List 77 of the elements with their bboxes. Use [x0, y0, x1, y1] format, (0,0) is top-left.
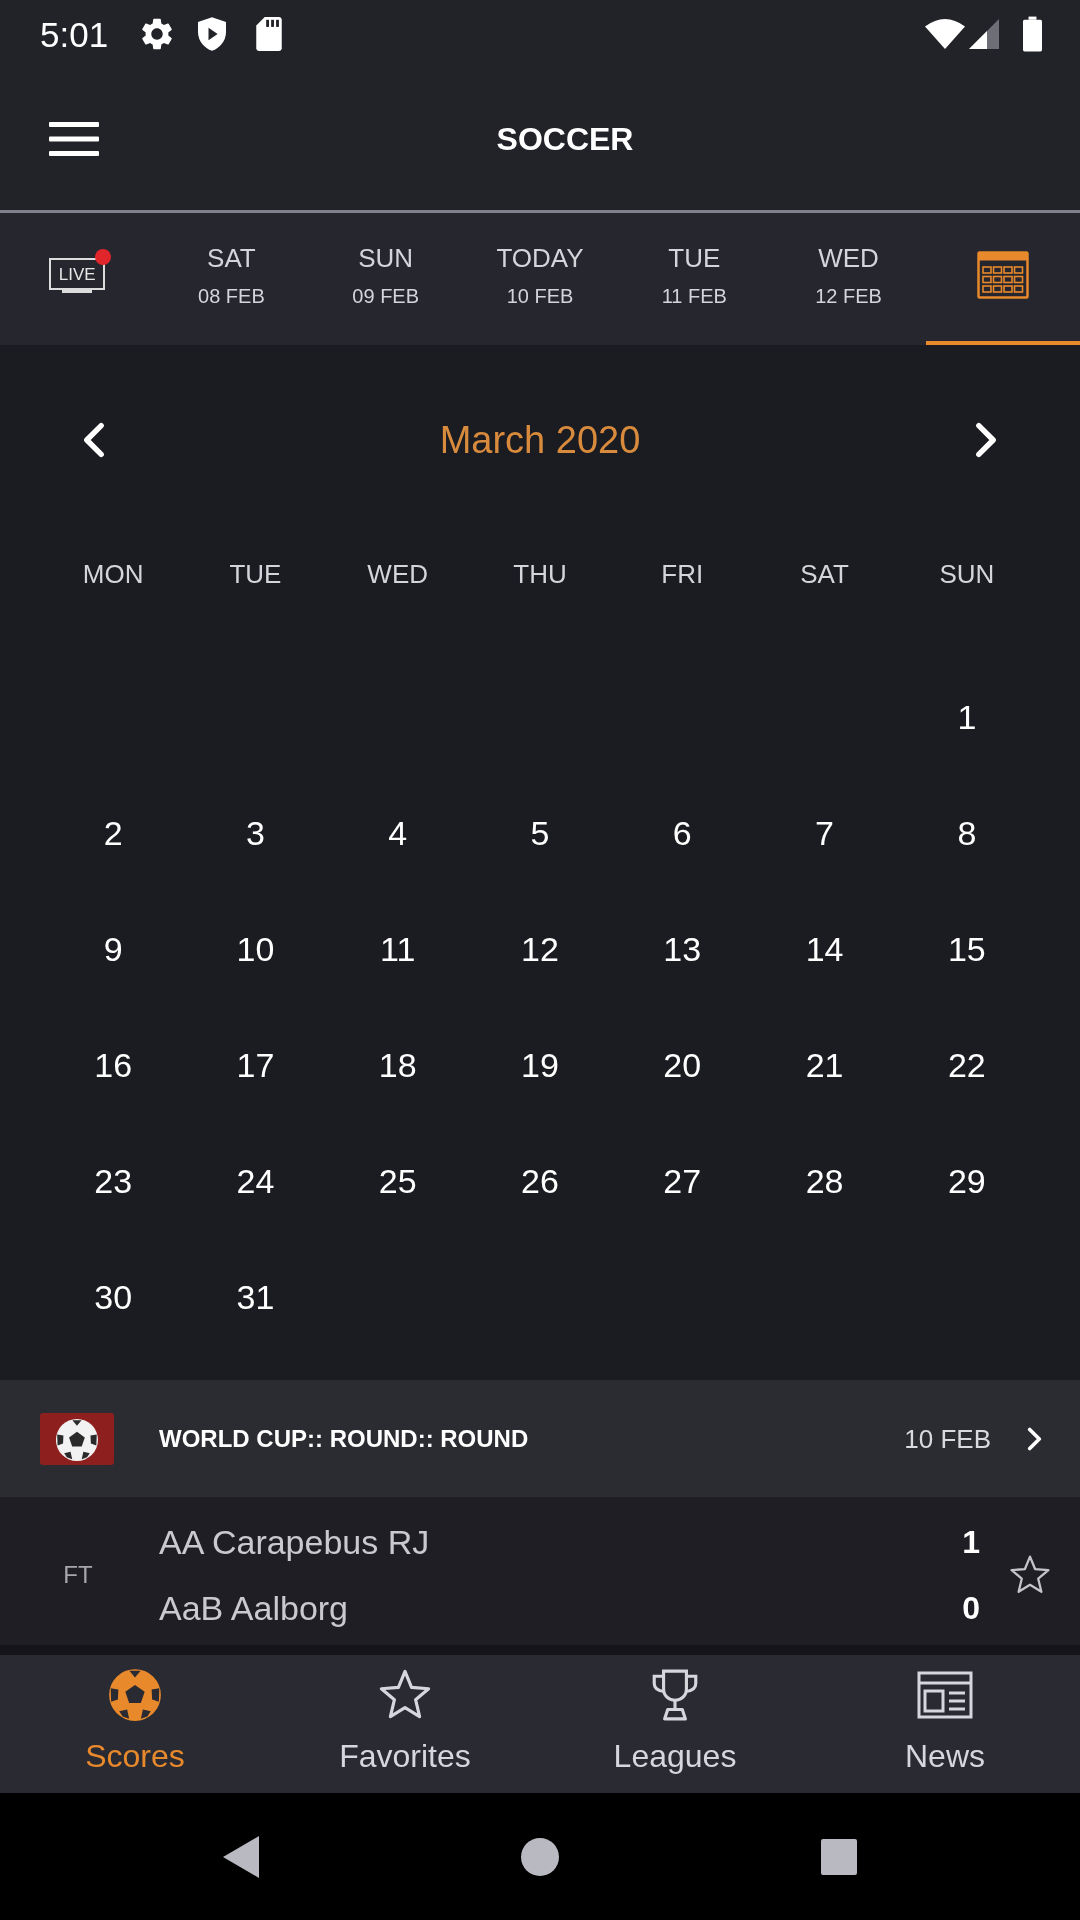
date-tab[interactable]: WED 12 FEB [771, 213, 926, 345]
date-tab[interactable]: TUE 11 FEB [617, 213, 772, 345]
menu-icon[interactable] [49, 122, 99, 156]
weekday-label: MON [82, 561, 144, 587]
live-tab[interactable]: LIVE [0, 213, 155, 345]
nav-tab[interactable]: Scores [0, 1655, 270, 1793]
calendar-day[interactable]: 3 [245, 816, 265, 850]
calendar-day[interactable]: 7 [815, 816, 834, 850]
calendar-day[interactable]: 9 [103, 932, 123, 966]
chevron-right-icon[interactable] [975, 422, 997, 458]
calendar-day[interactable]: 29 [947, 1164, 986, 1198]
calendar-day[interactable]: 22 [947, 1048, 986, 1082]
team-score: 1 [962, 1526, 980, 1558]
back-icon[interactable] [223, 1835, 259, 1878]
weekday-label: SAT [800, 561, 849, 587]
calendar-day[interactable]: 14 [805, 932, 844, 966]
calendar-day[interactable]: 15 [947, 932, 986, 966]
calendar-day[interactable]: 24 [236, 1164, 275, 1198]
calendar-day[interactable]: 18 [378, 1048, 417, 1082]
wifi-icon [925, 19, 965, 49]
league-date: 10 FEB [904, 1425, 991, 1452]
calendar-day[interactable]: 26 [521, 1164, 559, 1198]
team-name: AaB Aalborg [159, 1591, 349, 1625]
weekday-label: THU [513, 561, 567, 587]
month-title: March 2020 [439, 421, 641, 459]
calendar-day[interactable]: 19 [521, 1048, 559, 1082]
calendar-day[interactable]: 31 [236, 1280, 275, 1314]
nav-tab[interactable]: Leagues [540, 1655, 810, 1793]
weekday-label: FRI [661, 561, 704, 587]
calendar-day[interactable]: 12 [521, 932, 559, 966]
weekday-label: TUE [229, 561, 282, 587]
app-title: SOCCER [496, 123, 634, 155]
recents-icon[interactable] [821, 1838, 857, 1875]
weekday-label: SUN [939, 561, 995, 587]
calendar-day[interactable]: 4 [388, 816, 408, 850]
calendar-day[interactable]: 28 [805, 1164, 844, 1198]
date-tab[interactable]: SUN 09 FEB [308, 213, 463, 345]
calendar-day[interactable]: 30 [94, 1280, 133, 1314]
team-score: 0 [962, 1592, 980, 1624]
newspaper-icon [917, 1671, 973, 1719]
calendar-icon [976, 251, 1029, 299]
favorite-star-icon[interactable] [1009, 1554, 1051, 1596]
nav-tab[interactable]: Favorites [270, 1655, 540, 1793]
calendar-day[interactable]: 10 [236, 932, 275, 966]
date-tab[interactable]: SAT 08 FEB [154, 213, 309, 345]
calendar-day[interactable]: 1 [957, 700, 977, 734]
calendar-day[interactable]: 16 [94, 1048, 133, 1082]
calendar-day[interactable]: 5 [530, 816, 550, 850]
calendar-day[interactable]: 2 [103, 816, 123, 850]
calendar-day[interactable]: 25 [378, 1164, 417, 1198]
cell-signal-icon [969, 19, 999, 49]
soccer-ball-tile-icon [40, 1412, 114, 1465]
league-title: WORLD CUP:: ROUND:: ROUND [159, 1426, 529, 1451]
soccer-ball-icon [108, 1668, 162, 1722]
calendar-day[interactable]: 6 [672, 816, 692, 850]
status-time: 5:01 [40, 16, 109, 52]
calendar-day[interactable]: 13 [663, 932, 702, 966]
date-tab[interactable]: TODAY 10 FEB [462, 213, 618, 345]
calendar-day[interactable]: 11 [380, 932, 416, 966]
calendar-day[interactable]: 17 [236, 1048, 275, 1082]
chevron-left-icon[interactable] [83, 422, 105, 458]
shield-play-icon [198, 17, 227, 51]
sd-card-icon [256, 17, 283, 51]
league-header[interactable]: WORLD CUP:: ROUND:: ROUND 10 FEB [0, 1380, 1080, 1497]
home-icon[interactable] [521, 1837, 559, 1876]
calendar-day[interactable]: 21 [805, 1048, 844, 1082]
team-name: AA Carapebus RJ [159, 1525, 430, 1559]
chevron-right-icon[interactable] [1027, 1426, 1042, 1451]
calendar-day[interactable]: 27 [663, 1164, 702, 1198]
weekday-label: WED [367, 561, 429, 587]
nav-tab[interactable]: News [810, 1655, 1080, 1793]
match-status: FT [63, 1563, 93, 1587]
calendar-day[interactable]: 20 [663, 1048, 702, 1082]
calendar-day[interactable]: 8 [957, 816, 977, 850]
battery-icon [1023, 16, 1042, 52]
calendar-day[interactable]: 23 [94, 1164, 133, 1198]
trophy-icon [650, 1668, 700, 1722]
